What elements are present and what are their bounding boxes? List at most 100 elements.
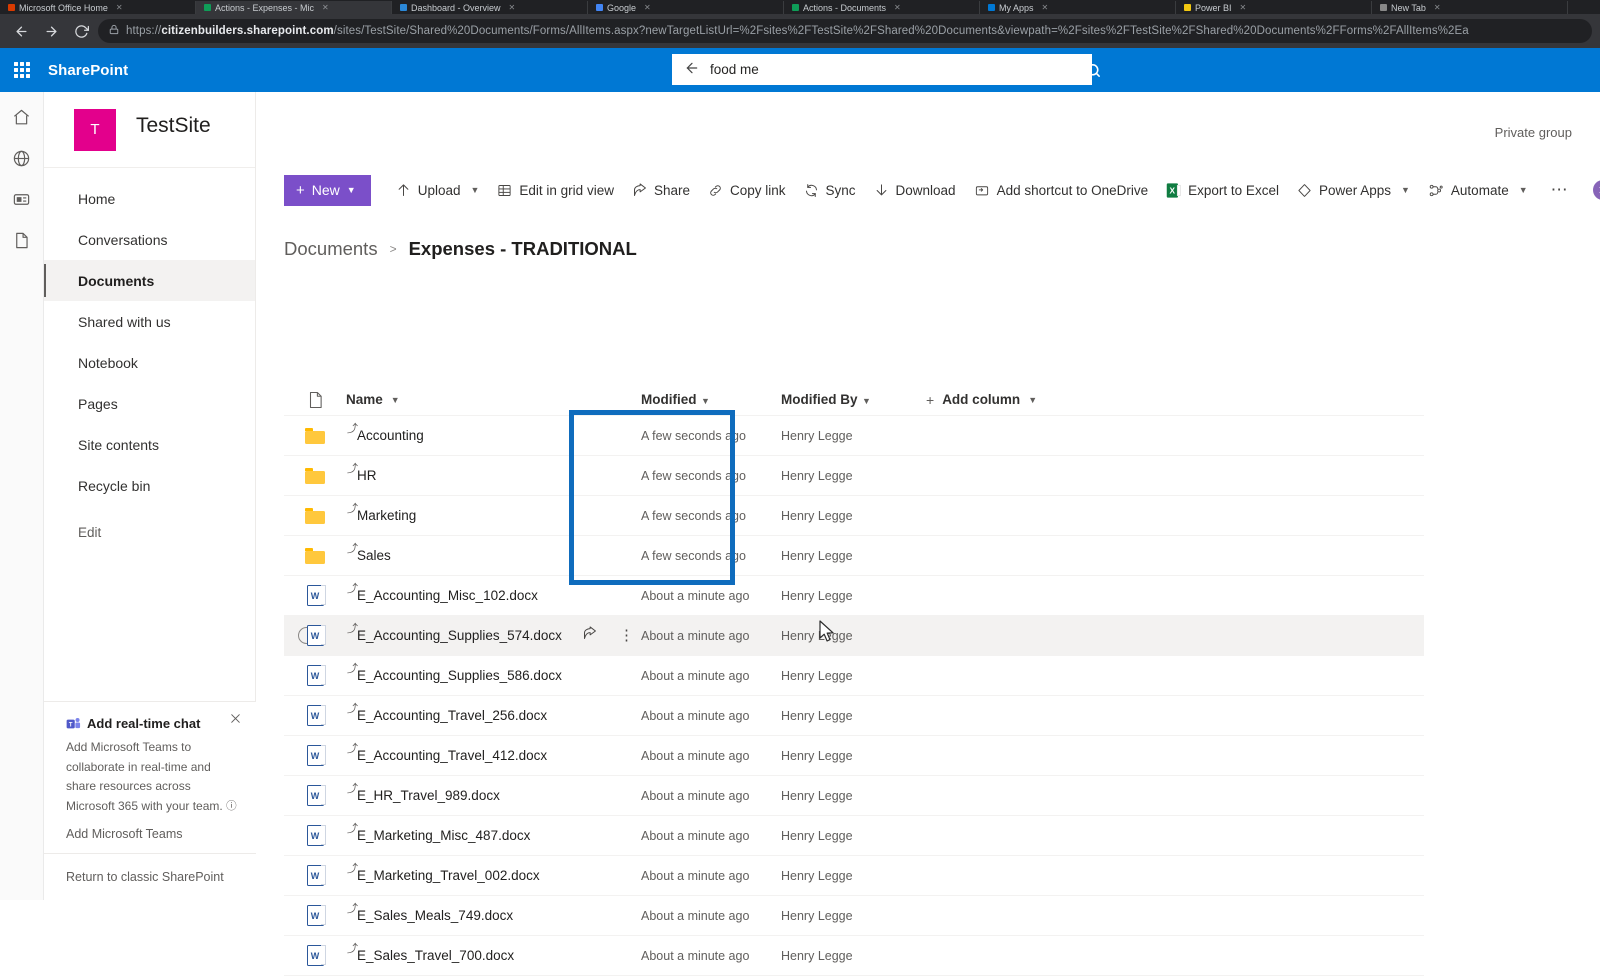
globe-icon[interactable] (12, 149, 31, 168)
info-icon[interactable]: ⓘ (226, 800, 237, 812)
file-name-cell[interactable]: ⤴Marketing (346, 508, 641, 523)
command-sync[interactable]: Sync (795, 172, 865, 208)
file-name-cell[interactable]: ⤴E_Marketing_Travel_002.docx (346, 868, 641, 883)
share-icon[interactable] (582, 626, 597, 646)
page-icon[interactable] (12, 231, 31, 250)
command-add-shortcut-to-onedrive[interactable]: Add shortcut to OneDrive (965, 172, 1158, 208)
app-launcher-icon[interactable] (0, 48, 44, 92)
browser-tab[interactable]: Microsoft Office Home✕ (0, 1, 196, 14)
sidebar-item-recycle-bin[interactable]: Recycle bin (44, 465, 255, 506)
browser-tab[interactable]: New Tab✕ (1372, 1, 1568, 14)
file-name-cell[interactable]: ⤴E_Accounting_Misc_102.docx (346, 588, 641, 603)
close-icon[interactable]: ✕ (644, 3, 651, 12)
browser-tab[interactable]: Power BI✕ (1176, 1, 1372, 14)
browser-tab[interactable]: Actions - Expenses - Mic✕ (196, 1, 392, 14)
file-name-cell[interactable]: ⤴E_Accounting_Travel_256.docx (346, 708, 641, 723)
table-row[interactable]: ⤴SalesA few seconds agoHenry Legge (284, 536, 1424, 576)
file-name-cell[interactable]: ⤴E_Accounting_Supplies_586.docx (346, 668, 641, 683)
table-row[interactable]: W⤴E_Sales_Travel_700.docxAbout a minute … (284, 936, 1424, 976)
search-icon[interactable] (1080, 57, 1106, 83)
close-icon[interactable]: ✕ (322, 3, 329, 12)
return-to-classic-sharepoint-link[interactable]: Return to classic SharePoint (44, 853, 256, 900)
close-icon[interactable]: ✕ (1240, 3, 1247, 12)
address-bar[interactable]: https://citizenbuilders.sharepoint.com/s… (98, 19, 1592, 43)
svg-text:T: T (69, 722, 73, 728)
news-icon[interactable] (12, 190, 31, 209)
breadcrumb-documents[interactable]: Documents (284, 238, 378, 260)
table-row[interactable]: W⤴E_HR_Travel_989.docxAbout a minute ago… (284, 776, 1424, 816)
home-icon[interactable] (12, 108, 31, 127)
close-icon[interactable]: ✕ (1042, 3, 1049, 12)
sidebar-item-shared-with-us[interactable]: Shared with us (44, 301, 255, 342)
command-automate[interactable]: Automate▼ (1419, 172, 1537, 208)
table-row[interactable]: ⤴MarketingA few seconds agoHenry Legge (284, 496, 1424, 536)
close-icon[interactable]: ✕ (1434, 3, 1441, 12)
close-icon[interactable]: ✕ (509, 3, 516, 12)
sidebar-item-notebook[interactable]: Notebook (44, 342, 255, 383)
search-back-arrow-icon[interactable] (684, 60, 700, 80)
add-column-button[interactable]: + Add column ▼ (926, 392, 1037, 408)
command-download[interactable]: Download (865, 172, 965, 208)
promo-body-copy: Add Microsoft Teams to collaborate in re… (66, 740, 223, 812)
close-icon[interactable] (229, 712, 242, 727)
close-icon[interactable]: ✕ (116, 3, 123, 12)
file-name-cell[interactable]: ⤴E_Sales_Travel_700.docx (346, 948, 641, 963)
more-vertical-icon[interactable]: ⋮ (619, 628, 634, 643)
shortcut-overlay-icon: ⤴ (347, 464, 358, 475)
table-row[interactable]: ⤴HRA few seconds agoHenry Legge (284, 456, 1424, 496)
browser-tab[interactable]: Dashboard - Overview✕ (392, 1, 588, 14)
sidebar-edit-link[interactable]: Edit (44, 512, 255, 553)
forward-arrow-icon[interactable] (38, 18, 64, 44)
sharepoint-brand[interactable]: SharePoint (48, 62, 128, 79)
column-header-modified-by[interactable]: Modified By ▼ (781, 391, 926, 409)
table-row[interactable]: W⤴E_Sales_Meals_749.docxAbout a minute a… (284, 896, 1424, 936)
table-row[interactable]: ⤴AccountingA few seconds agoHenry Legge (284, 416, 1424, 456)
file-name-label: Accounting (357, 428, 424, 443)
sidebar-item-conversations[interactable]: Conversations (44, 219, 255, 260)
file-name-cell[interactable]: ⤴Sales (346, 548, 641, 563)
command-power-apps[interactable]: Power Apps▼ (1288, 172, 1419, 208)
command-upload[interactable]: Upload▼ (387, 172, 489, 208)
table-row[interactable]: W⤴E_Marketing_Travel_002.docxAbout a min… (284, 856, 1424, 896)
column-header-name[interactable]: Name ▼ (346, 392, 641, 407)
browser-tab[interactable]: Google✕ (588, 1, 784, 14)
file-name-cell[interactable]: ⤴E_HR_Travel_989.docx (346, 788, 641, 803)
file-name-cell[interactable]: ⤴E_Sales_Meals_749.docx (346, 908, 641, 923)
sidebar-item-home[interactable]: Home (44, 178, 255, 219)
back-arrow-icon[interactable] (8, 18, 34, 44)
file-name-cell[interactable]: ⤴HR (346, 468, 641, 483)
table-row[interactable]: W⤴E_Accounting_Supplies_574.docx⋮About a… (284, 616, 1424, 656)
file-name-cell[interactable]: ⤴Accounting (346, 428, 641, 443)
table-row[interactable]: W⤴E_Accounting_Travel_256.docxAbout a mi… (284, 696, 1424, 736)
table-row[interactable]: W⤴E_Accounting_Travel_412.docxAbout a mi… (284, 736, 1424, 776)
add-microsoft-teams-link[interactable]: Add Microsoft Teams (66, 827, 238, 841)
search-box[interactable] (672, 54, 1092, 85)
table-row[interactable]: W⤴E_Accounting_Misc_102.docxAbout a minu… (284, 576, 1424, 616)
new-button[interactable]: + New ▼ (284, 175, 371, 206)
more-ellipsis-icon[interactable]: ⋯ (1539, 180, 1581, 200)
table-row[interactable]: W⤴E_Accounting_Supplies_586.docxAbout a … (284, 656, 1424, 696)
shortcut-overlay-icon: ⤴ (347, 624, 358, 635)
link-icon (708, 183, 723, 198)
sync-error-icon[interactable]: ✕ (1593, 180, 1600, 200)
command-copy-link[interactable]: Copy link (699, 172, 795, 208)
column-header-modified-by-label: Modified By (781, 392, 858, 407)
reload-icon[interactable] (68, 18, 94, 44)
sidebar-item-pages[interactable]: Pages (44, 383, 255, 424)
command-edit-in-grid-view[interactable]: Edit in grid view (488, 172, 623, 208)
file-name-cell[interactable]: ⤴E_Marketing_Misc_487.docx (346, 828, 641, 843)
modified-cell: A few seconds ago (641, 509, 781, 523)
command-share[interactable]: Share (623, 172, 699, 208)
search-input[interactable] (710, 62, 1080, 77)
table-row[interactable]: W⤴E_Marketing_Misc_487.docxAbout a minut… (284, 816, 1424, 856)
sidebar-item-site-contents[interactable]: Site contents (44, 424, 255, 465)
sidebar-item-documents[interactable]: Documents (44, 260, 255, 301)
browser-tab[interactable]: Actions - Documents✕ (784, 1, 980, 14)
close-icon[interactable]: ✕ (894, 3, 901, 12)
browser-tab[interactable]: My Apps✕ (980, 1, 1176, 14)
command-export-to-excel[interactable]: XExport to Excel (1157, 172, 1288, 208)
shortcut-overlay-icon: ⤴ (347, 544, 358, 555)
promo-body-text: Add Microsoft Teams to collaborate in re… (66, 738, 238, 816)
file-name-cell[interactable]: ⤴E_Accounting_Travel_412.docx (346, 748, 641, 763)
column-header-modified[interactable]: Modified ▼ (641, 391, 781, 409)
